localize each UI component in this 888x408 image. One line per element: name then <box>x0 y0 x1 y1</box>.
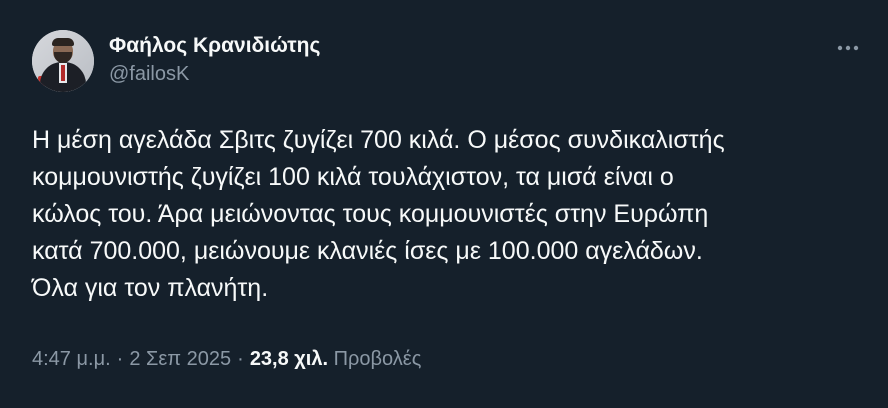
tweet-time[interactable]: 4:47 μ.μ. <box>32 348 111 370</box>
more-horizontal-icon <box>837 45 859 51</box>
meta-separator: · <box>116 348 124 370</box>
tweet-card: Φαήλος Κρανιδιώτης @failosK Η μέση αγελά… <box>0 0 888 408</box>
tweet-meta: 4:47 μ.μ. · 2 Σεπ 2025 · 23,8 χιλ. Προβολές <box>32 345 421 373</box>
more-button[interactable] <box>834 38 862 58</box>
display-name[interactable]: Φαήλος Κρανιδιώτης <box>109 34 320 58</box>
avatar-tie <box>61 65 65 81</box>
avatar[interactable] <box>32 30 94 92</box>
tweet-date[interactable]: 2 Σεπ 2025 <box>129 348 231 370</box>
views-label[interactable]: Προβολές <box>334 348 422 370</box>
avatar-hair <box>52 38 74 46</box>
tweet-header: Φαήλος Κρανιδιώτης @failosK <box>32 28 856 98</box>
user-handle[interactable]: @failosK <box>109 62 320 86</box>
tweet-text: Η μέση αγελάδα Σβιτς ζυγίζει 700 κιλά. Ο… <box>32 126 725 302</box>
user-info: Φαήλος Κρανιδιώτης @failosK <box>109 34 320 86</box>
meta-separator-2: · <box>237 348 244 370</box>
views-count[interactable]: 23,8 χιλ. <box>250 348 328 370</box>
